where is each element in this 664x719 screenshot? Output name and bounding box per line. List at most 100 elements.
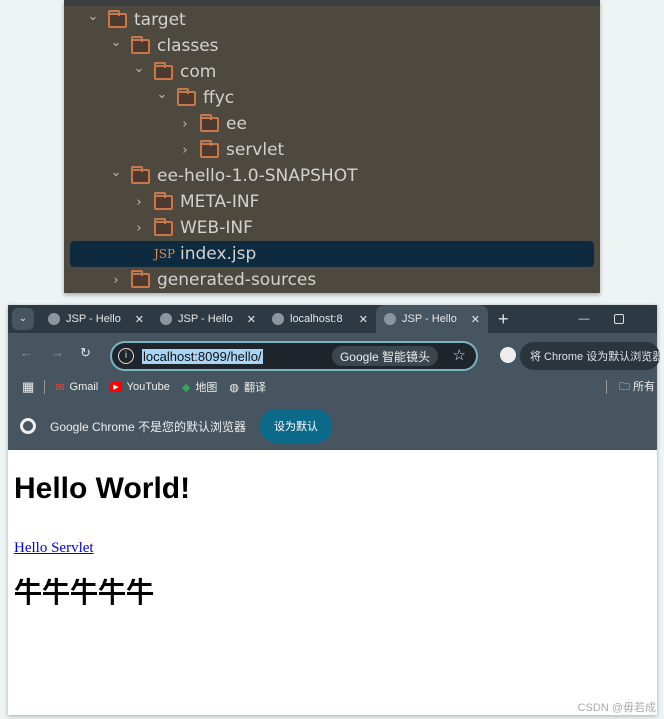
folder-icon (154, 191, 173, 210)
profile-icon[interactable] (500, 347, 516, 363)
folder-icon (154, 217, 173, 236)
globe-icon (48, 313, 60, 325)
tab-search-button[interactable]: ⌄ (12, 308, 34, 330)
bookmark-label: 翻译 (243, 382, 266, 394)
reload-button[interactable]: ↻ (80, 345, 91, 361)
folder-icon (200, 113, 219, 132)
close-tab-icon[interactable]: ✕ (359, 313, 368, 326)
tree-item[interactable]: › ee (64, 111, 600, 137)
chevron-right-icon[interactable]: › (109, 273, 123, 288)
globe-icon (272, 313, 284, 325)
hello-servlet-link[interactable]: Hello Servlet (14, 540, 651, 557)
chevron-down-icon[interactable]: ⌄ (155, 87, 169, 102)
tree-item-label: META-INF (180, 192, 260, 212)
google-lens-button[interactable]: Google 智能镜头 (331, 346, 438, 366)
tab-title: localhost:8 (290, 313, 343, 325)
minimize-button[interactable]: — (579, 313, 590, 325)
bookmark-maps[interactable]: ◆ 地图 (182, 379, 217, 395)
back-button[interactable]: ← (20, 345, 33, 360)
chevron-right-icon[interactable]: › (132, 221, 146, 236)
all-bookmarks[interactable]: 🗀 所有 (619, 378, 655, 397)
tree-item[interactable]: › META-INF (64, 189, 600, 215)
page-content: Hello World! Hello Servlet 牛牛牛牛牛 (8, 450, 657, 715)
set-default-button[interactable]: 设为默认 (260, 409, 333, 443)
address-bar[interactable]: i localhost:8099/hello/ Google 智能镜头 ☆ (110, 341, 478, 371)
page-heading: Hello World! (14, 472, 191, 505)
default-browser-infobar: Google Chrome 不是您的默认浏览器 设为默认 (8, 402, 657, 450)
globe-icon (384, 313, 396, 325)
chevron-right-icon[interactable]: › (132, 195, 146, 210)
tree-item[interactable]: ⌄ ee-hello-1.0-SNAPSHOT (64, 163, 600, 189)
bookmark-youtube[interactable]: ▶ YouTube (110, 381, 170, 393)
tree-item-label: index.jsp (180, 244, 257, 264)
set-default-chip[interactable]: 将 Chrome 设为默认浏览器 (520, 342, 660, 370)
tree-item-label: classes (157, 36, 219, 56)
bookmark-label: Gmail (69, 381, 99, 393)
folder-icon (131, 269, 150, 288)
chevron-down-icon[interactable]: ⌄ (109, 165, 123, 180)
tree-item-label: com (180, 62, 217, 82)
infobar-text: Google Chrome 不是您的默认浏览器 (50, 419, 247, 434)
close-tab-icon[interactable]: ✕ (247, 313, 256, 326)
tab[interactable]: localhost:8 ✕ (264, 305, 376, 333)
forward-button[interactable]: → (51, 345, 64, 360)
tree-item[interactable]: JSP index.jsp (70, 241, 594, 267)
chevron-down-icon[interactable]: ⌄ (109, 35, 123, 50)
tree-item-label: servlet (226, 140, 285, 160)
youtube-icon: ▶ (110, 382, 122, 392)
tree-item-label: generated-sources (157, 270, 317, 290)
tab-active[interactable]: JSP - Hello ✕ (376, 305, 488, 333)
page-subheading: 牛牛牛牛牛 (14, 576, 155, 609)
maximize-button[interactable] (613, 314, 624, 324)
globe-icon (160, 313, 172, 325)
tree-item[interactable]: ⌄ classes (64, 33, 600, 59)
jsp-file-icon: JSP (154, 247, 176, 261)
tree-item-label: ee (226, 114, 247, 134)
maps-icon: ◆ (181, 381, 191, 394)
chrome-icon (20, 418, 36, 434)
bookmarks-bar: ▦ ✉ Gmail ▶ YouTube ◆ 地图 ◍ 翻译 🗀 所有 (8, 372, 657, 402)
tab[interactable]: JSP - Hello ✕ (40, 305, 152, 333)
new-tab-button[interactable]: + (498, 309, 509, 330)
folder-icon (108, 9, 127, 28)
tree-item[interactable]: › WEB-INF (64, 215, 600, 241)
chevron-right-icon[interactable]: › (178, 143, 192, 158)
folder-icon: 🗀 (618, 380, 630, 393)
folder-icon (154, 61, 173, 80)
tree-item[interactable]: ⌄ target (64, 7, 600, 33)
tab-title: JSP - Hello (178, 313, 233, 325)
watermark: CSDN @毋若成 (577, 702, 656, 714)
tree-item[interactable]: ⌄ ffyc (64, 85, 600, 111)
bookmark-translate[interactable]: ◍ 翻译 (229, 379, 266, 395)
tab-title: JSP - Hello (402, 313, 457, 325)
tree-item[interactable]: › generated-sources (64, 267, 600, 293)
bookmark-gmail[interactable]: ✉ Gmail (55, 381, 98, 394)
bookmark-label: YouTube (126, 381, 170, 393)
tab[interactable]: JSP - Hello ✕ (152, 305, 264, 333)
chevron-right-icon[interactable]: › (178, 117, 192, 132)
gmail-icon: ✉ (55, 381, 65, 394)
site-info-icon[interactable]: i (118, 348, 134, 364)
chevron-down-icon[interactable]: ⌄ (132, 61, 146, 76)
folder-icon (200, 139, 219, 158)
tree-item-label: ee-hello-1.0-SNAPSHOT (157, 166, 358, 186)
bookmark-star-icon[interactable]: ☆ (453, 346, 466, 364)
project-tree-panel: ⌄ target ⌄ classes ⌄ com ⌄ ffyc › ee › servlet ⌄ ee-h… (64, 0, 600, 293)
bookmark-label: 地图 (195, 382, 218, 394)
tree-item[interactable]: › servlet (64, 137, 600, 163)
folder-icon (131, 165, 150, 184)
chevron-down-icon[interactable]: ⌄ (86, 9, 100, 24)
browser-window: ⌄ JSP - Hello ✕ JSP - Hello ✕ localhost:8 ✕… (8, 305, 660, 715)
close-tab-icon[interactable]: ✕ (471, 313, 480, 326)
globe-icon: ◍ (229, 381, 239, 394)
folder-icon (177, 87, 196, 106)
tab-strip: ⌄ JSP - Hello ✕ JSP - Hello ✕ localhost:8 ✕… (8, 305, 657, 333)
tree-item-label: WEB-INF (180, 218, 253, 238)
close-tab-icon[interactable]: ✕ (135, 313, 144, 326)
apps-icon[interactable]: ▦ (22, 379, 34, 395)
panel-top-edge (64, 0, 600, 6)
folder-icon (131, 35, 150, 54)
url-text[interactable]: localhost:8099/hello/ (142, 348, 263, 364)
all-bookmarks-label: 所有 (633, 380, 655, 393)
tree-item[interactable]: ⌄ com (64, 59, 600, 85)
